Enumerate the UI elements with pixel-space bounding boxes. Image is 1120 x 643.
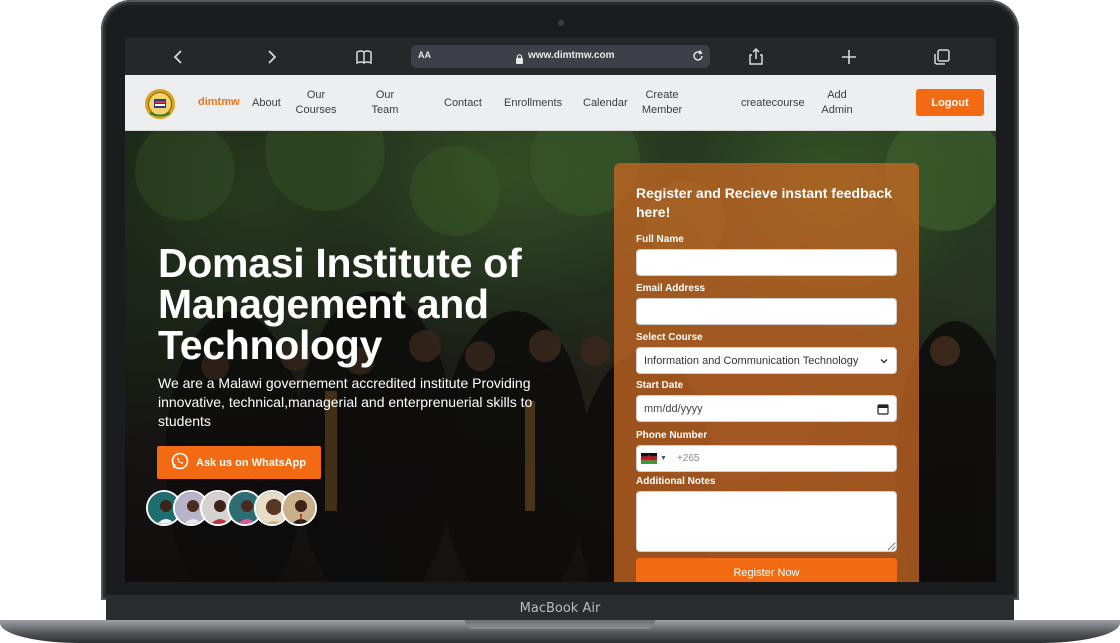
nav-link-our-courses[interactable]: Our Courses [294, 88, 338, 118]
nav-link-add-admin[interactable]: Add Admin [819, 88, 855, 118]
caret-down-icon[interactable]: ▼ [660, 455, 667, 462]
register-form: Register and Recieve instant feedback he… [614, 163, 919, 582]
reload-icon[interactable] [691, 49, 705, 63]
notes-field[interactable] [636, 491, 897, 552]
whatsapp-button[interactable]: Ask us on WhatsApp [157, 446, 321, 479]
start-date-field[interactable]: mm/dd/yyyy [636, 395, 897, 422]
nav-link-create-member[interactable]: Create Member [640, 88, 684, 118]
forward-icon[interactable] [261, 47, 281, 67]
phone-field[interactable]: ▼ +265 [636, 445, 897, 472]
course-select[interactable]: Information and Communication Technology [636, 347, 897, 374]
form-title: Register and Recieve instant feedback he… [636, 185, 892, 220]
notes-label: Additional Notes [636, 476, 716, 487]
phone-code: +265 [676, 453, 700, 464]
nav-link-enrollments[interactable]: Enrollments [504, 96, 562, 111]
logout-button[interactable]: Logout [916, 89, 984, 116]
address-bar[interactable]: AA www.dimtmw.com [411, 45, 710, 68]
whatsapp-icon [170, 451, 190, 474]
full-name-label: Full Name [636, 234, 684, 245]
nav-link-calendar[interactable]: Calendar [583, 96, 628, 111]
device-label: MacBook Air [519, 601, 601, 616]
screen: AA www.dimtmw.com dimtmw About Our Cours… [125, 38, 996, 582]
nav-link-our-team[interactable]: Our Team [370, 88, 400, 118]
laptop-notch [465, 620, 655, 629]
institute-logo-icon[interactable] [144, 88, 176, 120]
hero-section: Domasi Institute of Management and Techn… [125, 131, 996, 582]
nav-link-contact[interactable]: Contact [444, 96, 482, 111]
start-date-label: Start Date [636, 380, 684, 391]
register-button[interactable]: Register Now [636, 558, 897, 582]
hero-subtitle: We are a Malawi governement accredited i… [158, 375, 533, 429]
tabs-icon[interactable] [932, 47, 952, 67]
calendar-icon[interactable] [877, 403, 889, 415]
email-field[interactable] [636, 298, 897, 325]
brand-name[interactable]: dimtmw [198, 96, 240, 108]
phone-label: Phone Number [636, 430, 708, 441]
bookmarks-icon[interactable] [354, 47, 374, 67]
url-text: www.dimtmw.com [528, 50, 615, 61]
student-avatars [146, 490, 336, 528]
whatsapp-button-label: Ask us on WhatsApp [196, 456, 307, 469]
full-name-field[interactable] [636, 249, 897, 276]
nav-link-about[interactable]: About [252, 96, 281, 111]
avatar [281, 490, 317, 526]
hero-title: Domasi Institute of Management and Techn… [158, 240, 522, 368]
lock-icon [515, 51, 524, 64]
malawi-flag-icon[interactable] [641, 453, 657, 464]
chevron-down-icon [879, 356, 889, 366]
start-date-placeholder: mm/dd/yyyy [644, 402, 703, 415]
share-icon[interactable] [746, 47, 766, 67]
site-navbar: dimtmw About Our Courses Our Team Contac… [125, 75, 996, 131]
nav-link-createcourse[interactable]: createcourse [741, 96, 805, 111]
course-label: Select Course [636, 332, 703, 343]
reader-aa-button[interactable]: AA [418, 50, 431, 60]
email-label: Email Address [636, 283, 706, 294]
new-tab-icon[interactable] [839, 47, 859, 67]
browser-toolbar: AA www.dimtmw.com [125, 38, 996, 75]
back-icon[interactable] [169, 47, 189, 67]
course-selected-value: Information and Communication Technology [644, 354, 859, 367]
camera [558, 20, 564, 26]
